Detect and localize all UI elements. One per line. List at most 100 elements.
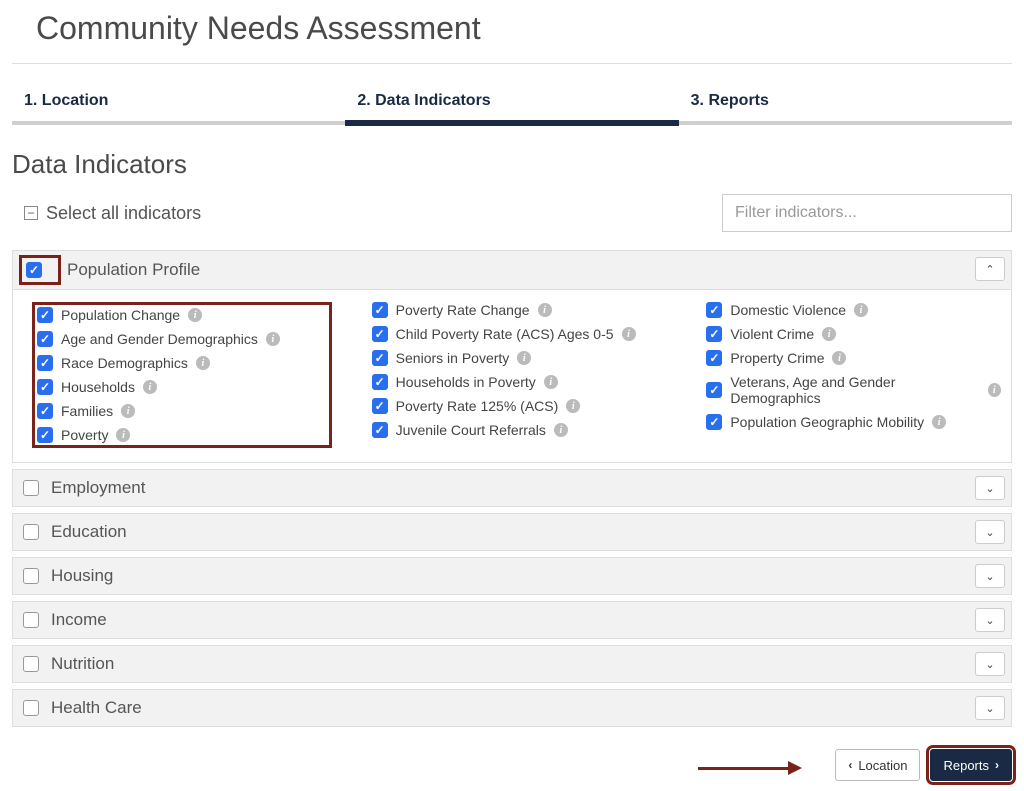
indicator-column-1: Population Change i Age and Gender Demog… (37, 302, 332, 448)
info-icon[interactable]: i (116, 428, 130, 442)
controls-row: − Select all indicators (12, 194, 1012, 232)
checkbox-indicator[interactable] (706, 302, 722, 318)
section-title: Data Indicators (12, 149, 1012, 180)
indicator-label: Poverty Rate 125% (ACS) (396, 398, 559, 414)
indicator-row: Households i (37, 379, 326, 395)
category-header-health-care[interactable]: Health Care ⌄ (12, 689, 1012, 727)
checkbox-health-care[interactable] (23, 700, 39, 716)
indicator-row: Race Demographics i (37, 355, 326, 371)
category-header-employment[interactable]: Employment ⌄ (12, 469, 1012, 507)
category-header-population-profile[interactable]: Population Profile ⌃ (12, 250, 1012, 290)
checkbox-indicator[interactable] (37, 379, 53, 395)
expand-button[interactable]: ⌄ (975, 652, 1005, 676)
checkbox-indicator[interactable] (372, 326, 388, 342)
arrow-head-icon (788, 761, 802, 775)
info-icon[interactable]: i (121, 404, 135, 418)
chevron-down-icon: ⌄ (985, 570, 994, 583)
collapse-button[interactable]: ⌃ (975, 257, 1005, 281)
info-icon[interactable]: i (832, 351, 846, 365)
indicator-label: Population Geographic Mobility (730, 414, 924, 430)
checkbox-indicator[interactable] (37, 427, 53, 443)
info-icon[interactable]: i (622, 327, 636, 341)
step-reports[interactable]: 3. Reports (679, 84, 1012, 121)
expand-button[interactable]: ⌄ (975, 520, 1005, 544)
checkbox-indicator[interactable] (372, 302, 388, 318)
info-icon[interactable]: i (544, 375, 558, 389)
checkbox-income[interactable] (23, 612, 39, 628)
indicator-label: Population Change (61, 307, 180, 323)
chevron-left-icon: ‹ (848, 758, 852, 772)
indicator-label: Seniors in Poverty (396, 350, 510, 366)
info-icon[interactable]: i (196, 356, 210, 370)
expand-button[interactable]: ⌄ (975, 696, 1005, 720)
checkbox-indicator[interactable] (706, 350, 722, 366)
info-icon[interactable]: i (854, 303, 868, 317)
step-nav: 1. Location 2. Data Indicators 3. Report… (12, 84, 1012, 125)
category-health-care: Health Care ⌄ (12, 689, 1012, 727)
category-label: Health Care (51, 698, 142, 718)
info-icon[interactable]: i (554, 423, 568, 437)
expand-button[interactable]: ⌄ (975, 608, 1005, 632)
category-education: Education ⌄ (12, 513, 1012, 551)
info-icon[interactable]: i (517, 351, 531, 365)
select-all-checkbox[interactable]: − (24, 206, 38, 220)
category-header-nutrition[interactable]: Nutrition ⌄ (12, 645, 1012, 683)
checkbox-indicator[interactable] (37, 331, 53, 347)
indicator-row: Violent Crime i (706, 326, 1001, 342)
expand-button[interactable]: ⌄ (975, 476, 1005, 500)
checkbox-indicator[interactable] (372, 398, 388, 414)
checkbox-indicator[interactable] (37, 403, 53, 419)
indicator-row: Domestic Violence i (706, 302, 1001, 318)
category-label: Education (51, 522, 127, 542)
checkbox-indicator[interactable] (372, 350, 388, 366)
arrow-line-icon (698, 767, 788, 770)
indicator-label: Poverty (61, 427, 108, 443)
step-data-indicators[interactable]: 2. Data Indicators (345, 84, 678, 126)
checkbox-indicator[interactable] (706, 326, 722, 342)
indicator-row: Veterans, Age and Gender Demographics i (706, 374, 1001, 406)
filter-indicators-input[interactable] (722, 194, 1012, 232)
title-divider (12, 63, 1012, 64)
info-icon[interactable]: i (932, 415, 946, 429)
checkbox-indicator[interactable] (37, 307, 53, 323)
page-title: Community Needs Assessment (36, 10, 1012, 47)
step-location[interactable]: 1. Location (12, 84, 345, 121)
expand-button[interactable]: ⌄ (975, 564, 1005, 588)
category-label: Housing (51, 566, 113, 586)
checkbox-housing[interactable] (23, 568, 39, 584)
indicator-row: Age and Gender Demographics i (37, 331, 326, 347)
category-header-income[interactable]: Income ⌄ (12, 601, 1012, 639)
indicator-label: Child Poverty Rate (ACS) Ages 0-5 (396, 326, 614, 342)
chevron-down-icon: ⌄ (985, 658, 994, 671)
checkbox-education[interactable] (23, 524, 39, 540)
checkbox-indicator[interactable] (706, 414, 722, 430)
indicator-row: Households in Poverty i (372, 374, 667, 390)
select-all-indicators[interactable]: − Select all indicators (24, 203, 201, 224)
checkbox-population-profile[interactable] (26, 262, 42, 278)
info-icon[interactable]: i (188, 308, 202, 322)
info-icon[interactable]: i (143, 380, 157, 394)
indicator-row: Juvenile Court Referrals i (372, 422, 667, 438)
indicator-label: Juvenile Court Referrals (396, 422, 546, 438)
checkbox-employment[interactable] (23, 480, 39, 496)
info-icon[interactable]: i (988, 383, 1001, 397)
checkbox-indicator[interactable] (372, 422, 388, 438)
category-housing: Housing ⌄ (12, 557, 1012, 595)
info-icon[interactable]: i (566, 399, 580, 413)
category-header-education[interactable]: Education ⌄ (12, 513, 1012, 551)
checkbox-indicator[interactable] (706, 382, 722, 398)
indicator-label: Poverty Rate Change (396, 302, 530, 318)
next-reports-button[interactable]: Reports › (930, 749, 1012, 781)
back-location-button[interactable]: ‹ Location (835, 749, 920, 781)
info-icon[interactable]: i (822, 327, 836, 341)
indicator-label: Veterans, Age and Gender Demographics (730, 374, 979, 406)
checkbox-indicator[interactable] (37, 355, 53, 371)
info-icon[interactable]: i (538, 303, 552, 317)
category-header-housing[interactable]: Housing ⌄ (12, 557, 1012, 595)
indicator-label: Race Demographics (61, 355, 188, 371)
checkbox-nutrition[interactable] (23, 656, 39, 672)
category-body-population-profile: Population Change i Age and Gender Demog… (12, 290, 1012, 463)
indicator-row: Seniors in Poverty i (372, 350, 667, 366)
checkbox-indicator[interactable] (372, 374, 388, 390)
info-icon[interactable]: i (266, 332, 280, 346)
